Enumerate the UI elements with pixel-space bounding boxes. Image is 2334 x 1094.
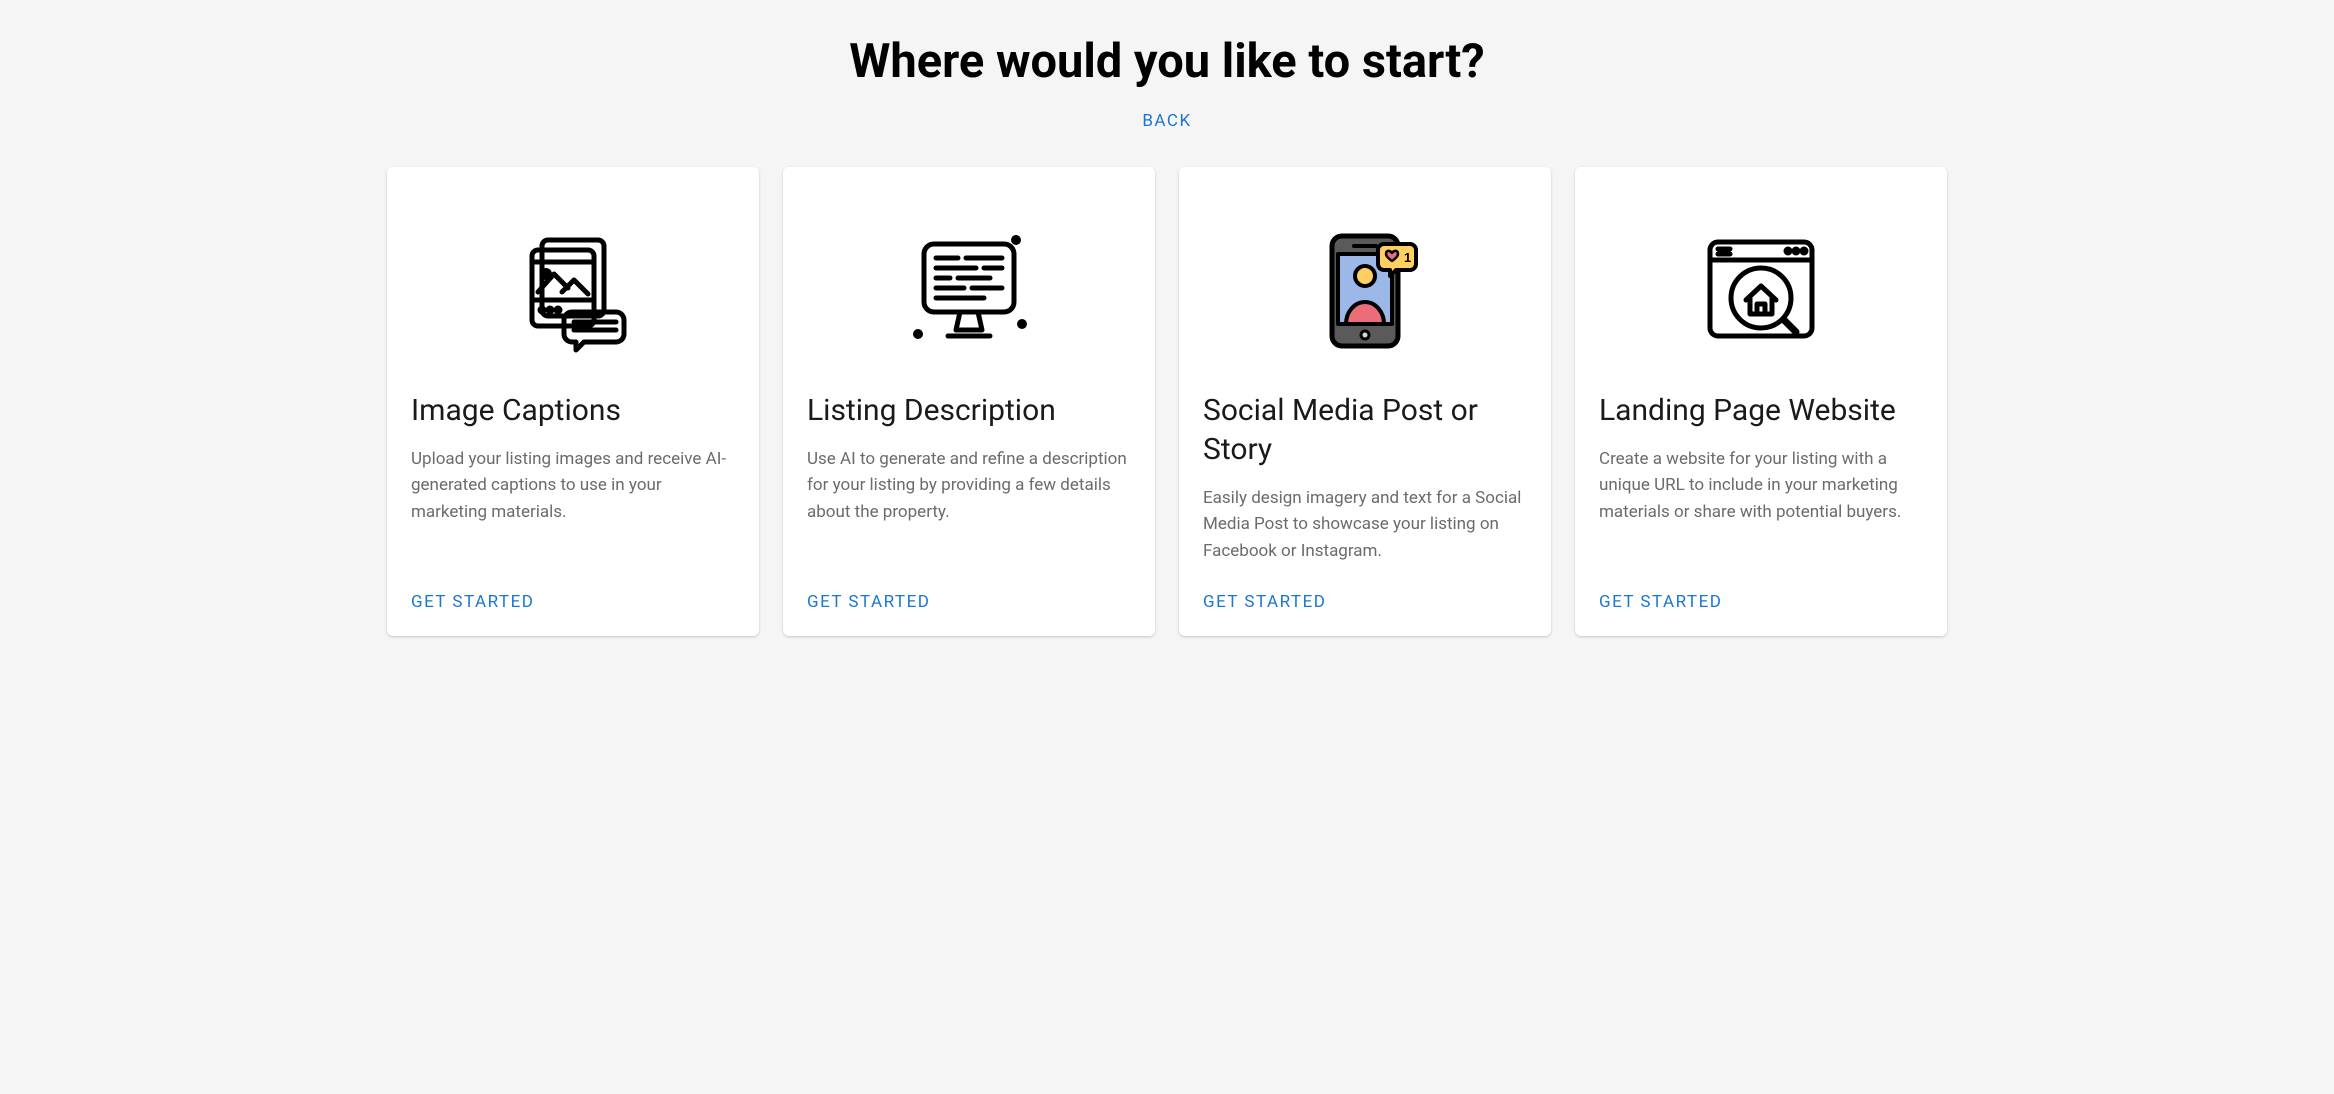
landing-page-icon [1599, 191, 1923, 391]
svg-text:1: 1 [1404, 250, 1411, 265]
back-link[interactable]: BACK [24, 111, 2310, 131]
get-started-button[interactable]: GET STARTED [1203, 592, 1527, 612]
listing-description-icon [807, 191, 1131, 391]
get-started-button[interactable]: GET STARTED [807, 592, 1131, 612]
card-social-media[interactable]: 1 Social Media Post or Story Easily desi… [1179, 167, 1551, 636]
card-image-captions[interactable]: Image Captions Upload your listing image… [387, 167, 759, 636]
card-title: Listing Description [807, 391, 1131, 430]
card-description: Use AI to generate and refine a descript… [807, 446, 1131, 564]
get-started-button[interactable]: GET STARTED [411, 592, 735, 612]
card-title: Landing Page Website [1599, 391, 1923, 430]
card-description: Easily design imagery and text for a Soc… [1203, 485, 1527, 564]
card-landing-page[interactable]: Landing Page Website Create a website fo… [1575, 167, 1947, 636]
page-title: Where would you like to start? [24, 34, 2310, 89]
image-captions-icon [411, 191, 735, 391]
card-description: Upload your listing images and receive A… [411, 446, 735, 564]
card-title: Social Media Post or Story [1203, 391, 1527, 469]
social-media-icon: 1 [1203, 191, 1527, 391]
get-started-button[interactable]: GET STARTED [1599, 592, 1923, 612]
card-listing-description[interactable]: Listing Description Use AI to generate a… [783, 167, 1155, 636]
card-title: Image Captions [411, 391, 735, 430]
card-grid: Image Captions Upload your listing image… [387, 167, 1947, 636]
card-description: Create a website for your listing with a… [1599, 446, 1923, 564]
